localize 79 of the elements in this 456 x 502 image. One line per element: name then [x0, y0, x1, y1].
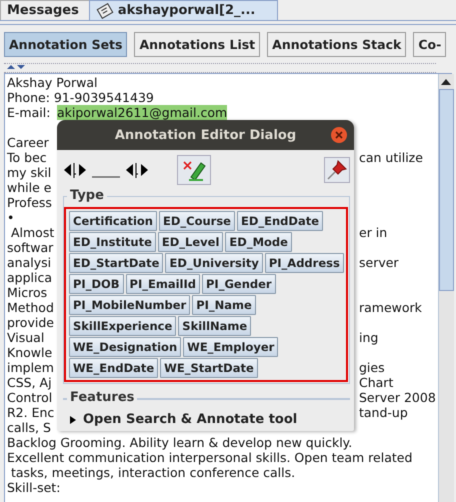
span-end-adjust-icon[interactable]: [125, 162, 149, 178]
delete-annotation-button[interactable]: [177, 155, 211, 185]
document-line: server: [359, 255, 400, 270]
document-line: calls, S: [7, 420, 51, 435]
scrollbar-thumb[interactable]: [438, 89, 454, 291]
document-line: Excellent communication interpersonal skills. Open team related: [7, 450, 412, 465]
annotation-type-button[interactable]: PI_MobileNumber: [69, 295, 190, 315]
tab[interactable]: Messages: [0, 0, 90, 20]
annotation-type-button[interactable]: WE_Designation: [69, 337, 182, 357]
annotation-type-button[interactable]: PI_Gender: [202, 274, 276, 294]
document-line: Method: [7, 300, 54, 315]
collapsed-triangle-icon: [69, 414, 77, 424]
pushpin-icon: [326, 159, 348, 181]
expander[interactable]: Open Search & Annotate tool: [63, 412, 350, 427]
document-line: tand-up: [359, 405, 409, 420]
document-line: R2. Enc: [7, 405, 54, 420]
document-line: can utilize: [359, 150, 424, 165]
annotation-type-button[interactable]: ED_University: [165, 253, 263, 273]
view-tab-button[interactable]: Annotations Stack: [267, 32, 406, 56]
document-line: Knowle: [7, 345, 52, 360]
dialog-title: Annotation Editor Dialog: [114, 128, 296, 142]
document-line: applica: [7, 270, 52, 285]
document-line: •: [7, 210, 14, 225]
annotation-type-button[interactable]: SkillName: [178, 316, 252, 336]
document-line: while e: [7, 180, 52, 195]
document-line: Akshay Porwal: [7, 75, 98, 90]
document-line: Skill-set:: [7, 480, 60, 495]
annotation-type-button[interactable]: ED_Level: [158, 232, 224, 252]
document-line: To bec: [7, 150, 47, 165]
group-label: Type: [67, 188, 107, 203]
annotation-type-button[interactable]: PI_DOB: [69, 274, 124, 294]
close-button[interactable]: [331, 127, 347, 143]
document-line: my skil: [7, 165, 52, 180]
annotation-type-button[interactable]: WE_EndDate: [69, 358, 158, 378]
document-line: softwar: [7, 240, 54, 255]
document-line: tasks, meetings, interaction conference calls.: [10, 465, 296, 480]
annotation-type-button[interactable]: ED_Course: [158, 211, 235, 231]
document-line: analysi: [7, 255, 52, 270]
document-line: er in: [359, 225, 388, 240]
document-line: Almost: [10, 225, 54, 240]
view-tab-button[interactable]: Annotation Sets: [4, 32, 128, 56]
tab[interactable]: akshayporwal[2_...: [88, 0, 278, 20]
document-line: ramework: [359, 300, 423, 315]
document-line: Visual: [7, 330, 44, 345]
document-line: provide: [7, 315, 54, 330]
annotation-type-button[interactable]: PI_Address: [264, 253, 344, 273]
document-line: E-mail:: [7, 105, 52, 120]
annotation-type-button[interactable]: PI_EmailId: [126, 274, 200, 294]
annotation-type-button[interactable]: WE_Employer: [183, 337, 278, 357]
document-line: ing: [359, 330, 380, 345]
pin-button[interactable]: [324, 157, 350, 183]
close-icon: [335, 131, 343, 139]
document-line: Server 2008: [359, 390, 436, 405]
view-tab-button[interactable]: Co-: [413, 32, 446, 56]
annotation-type-button[interactable]: ED_EndDate: [236, 211, 324, 231]
scrollbar[interactable]: [438, 74, 454, 502]
span-line-icon: [91, 176, 121, 178]
document-line: CSS, Aj: [7, 375, 52, 390]
annotation-type-button[interactable]: PI_Name: [192, 295, 256, 315]
span-start-adjust-icon[interactable]: [63, 162, 87, 178]
document-line: Career: [7, 135, 49, 150]
document-line: Profess: [7, 195, 52, 210]
document-line: gies: [359, 360, 386, 375]
document-line: Control: [7, 390, 52, 405]
document-line: Backlog Grooming. Ability learn & develop new quickly.: [7, 435, 352, 450]
annotation-type-button[interactable]: ED_Mode: [225, 232, 292, 252]
annotation-type-button[interactable]: ED_Institute: [69, 232, 156, 252]
scroll-up-icon: [440, 78, 452, 86]
document-line: Chart: [359, 375, 394, 390]
document-line: Phone: 91-9039541439: [7, 90, 154, 105]
annotation-type-button[interactable]: WE_StartDate: [160, 358, 258, 378]
highlighted-email: akiporwal2611@gmail.com: [57, 105, 228, 120]
view-tab-button[interactable]: Annotations List: [134, 32, 260, 56]
annotation-type-button[interactable]: Certification: [69, 211, 157, 231]
collapse-arrows-icon: [6, 64, 26, 70]
document-line: Micros: [7, 285, 48, 300]
document-line: implem: [7, 360, 54, 375]
annotation-type-button[interactable]: SkillExperience: [69, 316, 176, 336]
annotation-type-button[interactable]: ED_StartDate: [69, 253, 164, 273]
